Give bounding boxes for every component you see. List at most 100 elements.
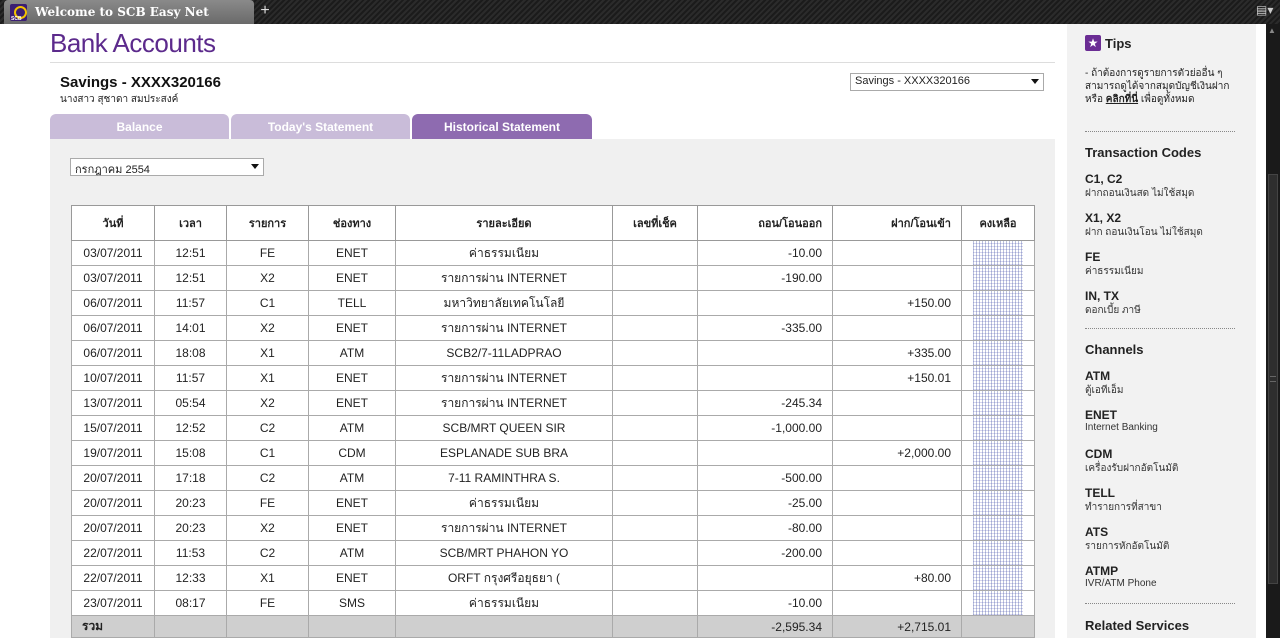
transaction-code-code: C1, C2	[1085, 172, 1123, 186]
row-channel: ENET	[308, 565, 396, 591]
divider	[1085, 328, 1235, 329]
row-date: 13/07/2011	[71, 390, 155, 416]
row-date: 23/07/2011	[71, 590, 155, 616]
row-deposit: +80.00	[832, 565, 962, 591]
row-code: X2	[226, 265, 309, 291]
tabs-menu-icon[interactable]: ▤▾	[1256, 3, 1274, 20]
row-deposit	[832, 540, 962, 566]
month-select[interactable]: กรกฎาคม 2554	[70, 158, 264, 176]
masked-balance-pattern	[973, 591, 1023, 615]
transaction-code-description: ดอกเบี้ย ภาษี	[1085, 305, 1141, 316]
masked-balance-pattern	[973, 391, 1023, 415]
row-balance-masked	[961, 590, 1035, 616]
tab-todays-statement[interactable]: Today's Statement	[231, 114, 410, 139]
channel-description: ทำรายการที่สาขา	[1085, 502, 1162, 513]
tab-balance[interactable]: Balance	[50, 114, 229, 139]
row-code: FE	[226, 490, 309, 516]
row-channel: SMS	[308, 590, 396, 616]
row-withdraw: -245.34	[697, 390, 833, 416]
row-date: 19/07/2011	[71, 440, 155, 466]
transaction-code-code: IN, TX	[1085, 289, 1120, 303]
row-date: 22/07/2011	[71, 540, 155, 566]
masked-balance-pattern	[973, 416, 1023, 440]
row-code: X2	[226, 390, 309, 416]
row-cheque-no	[612, 315, 698, 341]
table-row: 20/07/2011 20:23 FE ENET ค่าธรรมเนียม -25.00	[71, 490, 1035, 516]
row-withdraw: -80.00	[697, 515, 833, 541]
row-withdraw: -1,000.00	[697, 415, 833, 441]
row-balance-masked	[961, 415, 1035, 441]
table-row: 22/07/2011 11:53 C2 ATM SCB/MRT PHAHON YO -20…	[71, 540, 1035, 566]
masked-balance-pattern	[973, 341, 1023, 365]
row-description: มหาวิทยาลัยเทคโนโลยี	[395, 290, 613, 316]
chevron-down-icon	[1031, 79, 1039, 84]
row-time: 20:23	[154, 490, 227, 516]
channel-item: CDM เครื่องรับฝากอัตโนมัติ	[1085, 447, 1245, 476]
table-row: 03/07/2011 12:51 FE ENET ค่าธรรมเนียม -10.00	[71, 240, 1035, 266]
channel-description: ตู้เอทีเอ็ม	[1085, 385, 1124, 396]
row-channel: ATM	[308, 465, 396, 491]
channel-item: ATMP IVR/ATM Phone	[1085, 564, 1245, 589]
row-deposit	[832, 515, 962, 541]
row-code: X1	[226, 365, 309, 391]
vertical-scrollbar[interactable]: ▲	[1266, 24, 1280, 638]
table-row: 10/07/2011 11:57 X1 ENET รายการผ่าน INTERNET…	[71, 365, 1035, 391]
row-channel: TELL	[308, 290, 396, 316]
col-code: รายการ	[226, 205, 309, 241]
row-cheque-no	[612, 490, 698, 516]
row-code: C2	[226, 465, 309, 491]
row-deposit	[832, 465, 962, 491]
row-balance-masked	[961, 290, 1035, 316]
table-header-row: วันที่ เวลา รายการ ช่องทาง รายละเอียด เล…	[71, 205, 1035, 241]
row-description: SCB2/7-11LADPRAO	[395, 340, 613, 366]
masked-balance-pattern	[973, 316, 1023, 340]
scroll-up-icon[interactable]: ▲	[1268, 26, 1276, 35]
masked-balance-pattern	[973, 266, 1023, 290]
divider	[1085, 603, 1235, 604]
transaction-code-description: ฝาก ถอนเงินโอน ไม่ใช้สมุด	[1085, 227, 1203, 238]
row-deposit	[832, 490, 962, 516]
row-description: ESPLANADE SUB BRA	[395, 440, 613, 466]
new-tab-button[interactable]: +	[258, 2, 272, 20]
row-balance-masked	[961, 540, 1035, 566]
row-time: 11:57	[154, 365, 227, 391]
tips-sidebar: ★ Tips - ถ้าต้องการดูรายการตัวย่ออื่น ๆ …	[1067, 24, 1256, 638]
row-description: SCB/MRT PHAHON YO	[395, 540, 613, 566]
total-withdraw: -2,595.34	[697, 615, 833, 638]
row-time: 12:51	[154, 265, 227, 291]
row-channel: ATM	[308, 340, 396, 366]
tab-historical-statement[interactable]: Historical Statement	[412, 114, 592, 139]
row-date: 15/07/2011	[71, 415, 155, 441]
title-divider	[50, 62, 1055, 63]
row-date: 10/07/2011	[71, 365, 155, 391]
row-withdraw: -335.00	[697, 315, 833, 341]
channels-heading: Channels	[1085, 342, 1144, 357]
tips-click-here-link[interactable]: คลิกที่นี่	[1106, 94, 1138, 105]
row-balance-masked	[961, 465, 1035, 491]
row-channel: ENET	[308, 315, 396, 341]
row-description: รายการผ่าน INTERNET	[395, 365, 613, 391]
col-time: เวลา	[154, 205, 227, 241]
transaction-code-item: X1, X2 ฝาก ถอนเงินโอน ไม่ใช้สมุด	[1085, 211, 1245, 240]
row-description: ORFT กรุงศรีอยุธยา (	[395, 565, 613, 591]
row-time: 11:57	[154, 290, 227, 316]
account-owner: นางสาว สุชาดา สมประสงค์	[60, 94, 179, 105]
statement-panel: กรกฎาคม 2554 วันที่ เวลา รายการ ช่องทาง …	[50, 139, 1055, 638]
row-description: ค่าธรรมเนียม	[395, 240, 613, 266]
account-select-value: Savings - XXXX320166	[855, 75, 970, 87]
month-select-value: กรกฎาคม 2554	[75, 164, 150, 176]
col-channel: ช่องทาง	[308, 205, 396, 241]
tips-title: Tips	[1105, 35, 1132, 51]
row-withdraw: -10.00	[697, 240, 833, 266]
browser-tab[interactable]: Welcome to SCB Easy Net	[4, 0, 254, 24]
channel-item: ENET Internet Banking	[1085, 408, 1245, 433]
row-channel: ENET	[308, 265, 396, 291]
row-time: 08:17	[154, 590, 227, 616]
browser-tab-title: Welcome to SCB Easy Net	[35, 5, 209, 19]
row-description: SCB/MRT QUEEN SIR	[395, 415, 613, 441]
channel-item: ATM ตู้เอทีเอ็ม	[1085, 369, 1245, 398]
table-row: 23/07/2011 08:17 FE SMS ค่าธรรมเนียม -10.00	[71, 590, 1035, 616]
row-code: FE	[226, 240, 309, 266]
row-channel: ENET	[308, 365, 396, 391]
account-select[interactable]: Savings - XXXX320166	[850, 73, 1044, 91]
